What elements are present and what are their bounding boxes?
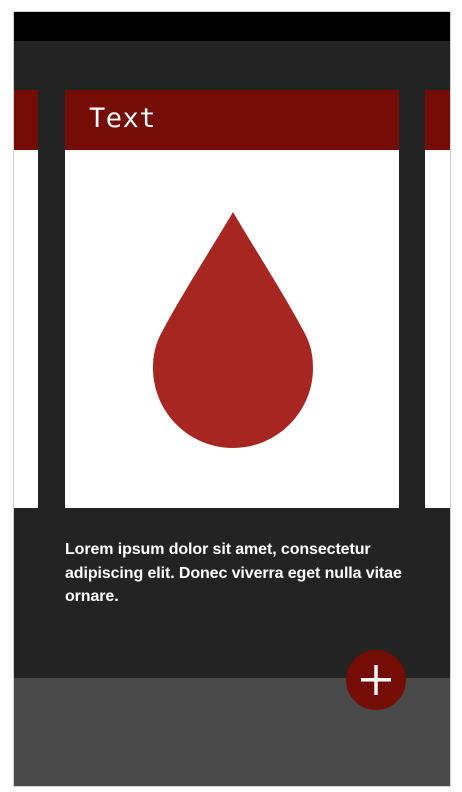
- card-header: Text: [65, 90, 399, 150]
- blood-drop-icon: [153, 212, 313, 448]
- add-button[interactable]: [346, 650, 406, 710]
- carousel-card-current[interactable]: Text: [65, 90, 399, 508]
- description-text: Lorem ipsum dolor sit amet, consectetur …: [65, 541, 402, 605]
- plus-icon: [361, 665, 391, 695]
- status-bar: [14, 12, 450, 41]
- card-title: Text: [89, 103, 157, 134]
- carousel-card-previous[interactable]: [14, 90, 38, 508]
- app-screen: Text Lorem ipsum dolor sit amet, consect…: [14, 12, 450, 786]
- carousel-card-next[interactable]: [425, 90, 450, 508]
- card-header: [14, 90, 38, 150]
- card-header: [425, 90, 450, 150]
